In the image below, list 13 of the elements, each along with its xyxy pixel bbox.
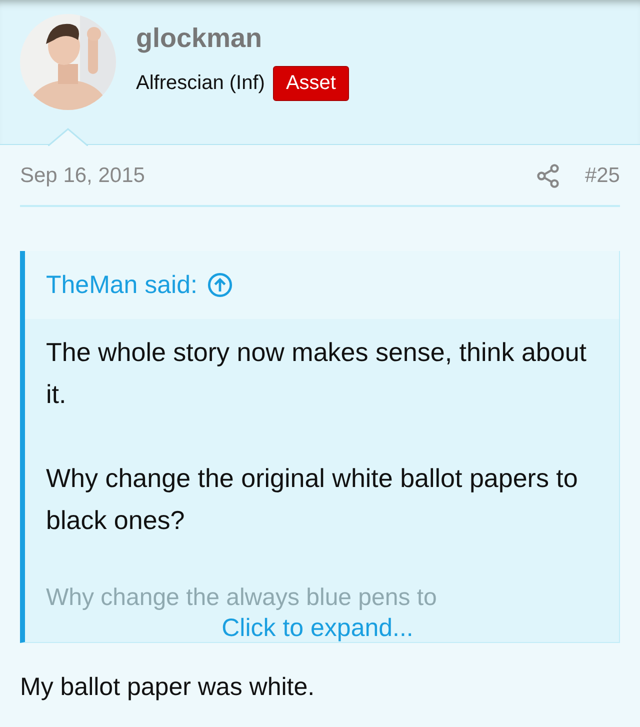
expand-link[interactable]: Click to expand...	[222, 613, 414, 643]
user-badge: Asset	[272, 66, 349, 101]
quote-attribution[interactable]: TheMan said:	[46, 270, 198, 300]
user-title: Alfrescian (Inf)	[136, 72, 265, 95]
post-date[interactable]: Sep 16, 2015	[20, 164, 145, 188]
share-icon[interactable]	[534, 163, 561, 189]
post-number[interactable]: #25	[584, 164, 620, 188]
quote-text: Why change the original white ballot papers to black ones?	[46, 462, 579, 537]
username[interactable]: glockman	[136, 22, 349, 54]
post-text: My ballot paper was white.	[20, 673, 316, 702]
quote-text: The whole story now makes sense, think about it.	[46, 336, 588, 411]
quote-text: Why change the always blue pens to	[46, 583, 438, 613]
arrow-up-icon[interactable]	[207, 272, 234, 298]
